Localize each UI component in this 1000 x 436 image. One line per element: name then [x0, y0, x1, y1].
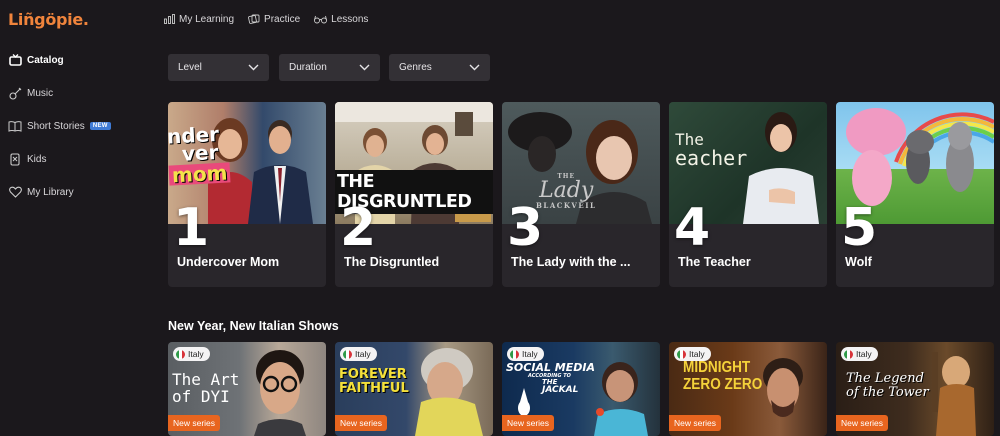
italy-flag-icon: [844, 349, 853, 359]
sidebar-item-label: Kids: [27, 153, 47, 165]
poster-title: MIDNIGHT ZERO ZERO: [683, 359, 763, 393]
new-series-badge: New series: [335, 415, 388, 431]
sidebar-item-label: Short Stories: [27, 120, 85, 132]
show-title: Wolf: [845, 255, 872, 269]
sidebar-item-kids[interactable]: Kids: [8, 149, 46, 169]
nav-label: My Learning: [179, 13, 235, 25]
new-series-badge: New series: [836, 415, 889, 431]
series-card[interactable]: MIDNIGHT ZERO ZERO Italy New series: [669, 342, 827, 436]
new-badge: NEW: [89, 122, 111, 130]
sidebar-item-music[interactable]: Music: [8, 83, 53, 103]
sidebar-item-catalog[interactable]: Catalog: [8, 50, 64, 70]
sidebar-item-label: Music: [27, 87, 54, 99]
chevron-down-icon: [469, 64, 480, 71]
show-card-undercover-mom[interactable]: nder ver mom 1 Undercover Mom: [168, 102, 326, 287]
rank-number: 2: [340, 198, 377, 258]
sidebar-item-short-stories[interactable]: Short Stories NEW: [8, 116, 111, 136]
rank-number: 3: [507, 198, 544, 258]
nav-my-learning[interactable]: My Learning: [164, 10, 234, 28]
poster-title: The eacher: [675, 130, 748, 170]
glasses-icon: [314, 15, 328, 24]
poster-title: THE Lady BLACKVEIL: [536, 173, 597, 210]
series-card[interactable]: The Legend of the Tower Italy New series: [836, 342, 994, 436]
show-card-the-teacher[interactable]: The eacher 4 The Teacher: [669, 102, 827, 287]
new-series-badge: New series: [502, 415, 555, 431]
show-title: The Teacher: [678, 255, 751, 269]
genres-dropdown[interactable]: Genres: [389, 54, 490, 81]
italy-flag-icon: [176, 349, 185, 359]
rank-number: 4: [674, 198, 711, 258]
dropdown-label: Genres: [399, 62, 432, 73]
show-card-wolf[interactable]: 5 Wolf: [836, 102, 994, 287]
italy-flag-icon: [677, 349, 686, 359]
sidebar-item-label: Catalog: [27, 54, 64, 66]
sidebar: Liñgöpie. Catalog Music Short Stories NE…: [0, 0, 150, 436]
top-navigation: My Learning Practice Lessons: [164, 10, 368, 28]
country-badge: Italy: [841, 347, 878, 361]
rank-number: 1: [173, 198, 210, 258]
show-title: Undercover Mom: [177, 255, 280, 269]
tv-icon: [8, 53, 22, 67]
new-series-badge: New series: [168, 415, 221, 431]
kids-icon: [8, 152, 22, 166]
heart-icon: [8, 185, 22, 199]
rank-number: 5: [841, 198, 878, 258]
nav-label: Practice: [264, 13, 301, 25]
country-badge: Italy: [340, 347, 377, 361]
country-badge: Italy: [674, 347, 711, 361]
series-card[interactable]: FOREVER FAITHFUL Italy New series: [335, 342, 493, 436]
sidebar-item-my-library[interactable]: My Library: [8, 182, 74, 202]
poster-title: The Legend of the Tower: [846, 371, 929, 400]
new-series-badge: New series: [669, 415, 722, 431]
cards-icon: [248, 14, 260, 24]
series-card[interactable]: The Art of DYI Italy New series: [168, 342, 326, 436]
chart-icon: [164, 14, 175, 24]
level-dropdown[interactable]: Level: [168, 54, 269, 81]
show-card-the-disgruntled[interactable]: THE DISGRUNTLED 2 The Disgruntled: [335, 102, 493, 287]
poster-title: SOCIAL MEDIA ACCORDING TO THE JACKAL: [506, 361, 595, 395]
series-card[interactable]: SOCIAL MEDIA ACCORDING TO THE JACKAL Ita…: [502, 342, 660, 436]
nav-lessons[interactable]: Lessons: [314, 10, 368, 28]
nav-practice[interactable]: Practice: [248, 10, 300, 28]
country-badge: Italy: [507, 347, 544, 361]
show-title: The Disgruntled: [344, 255, 440, 269]
book-icon: [8, 119, 22, 133]
italy-flag-icon: [343, 349, 352, 359]
lingopie-logo[interactable]: Liñgöpie.: [8, 10, 89, 29]
chevron-down-icon: [359, 64, 370, 71]
section-title: New Year, New Italian Shows: [168, 319, 339, 333]
dropdown-label: Level: [178, 62, 202, 73]
guitar-icon: [8, 86, 22, 100]
nav-label: Lessons: [331, 13, 369, 25]
chevron-down-icon: [248, 64, 259, 71]
show-title: The Lady with the ...: [511, 255, 631, 269]
poster-title: The Art of DYI: [172, 370, 240, 406]
show-card-the-lady-with-the-black-veil[interactable]: THE Lady BLACKVEIL 3 The Lady with the .…: [502, 102, 660, 287]
sidebar-item-label: My Library: [27, 186, 74, 198]
dropdown-label: Duration: [289, 62, 327, 73]
poster-title: FOREVER FAITHFUL: [339, 367, 409, 396]
poster-title: nder ver mom: [168, 122, 231, 187]
duration-dropdown[interactable]: Duration: [279, 54, 380, 81]
italy-flag-icon: [510, 349, 519, 359]
country-badge: Italy: [173, 347, 210, 361]
